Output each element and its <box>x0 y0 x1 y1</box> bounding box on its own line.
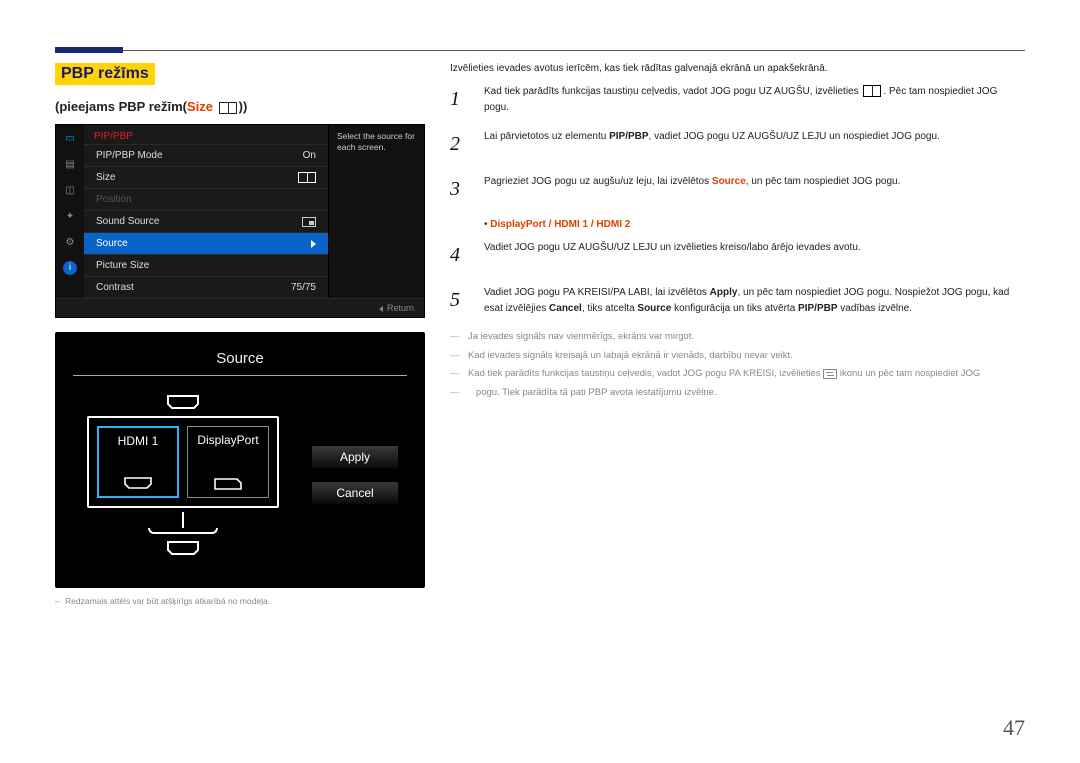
note-3b: pogu. Tiek parādīta tā pati PBP avota ie… <box>450 386 1025 401</box>
displayport-connector-icon <box>213 477 243 491</box>
subheading: (pieejams PBP režīm(Size )) <box>55 99 425 114</box>
menu-icon <box>863 85 881 97</box>
section-title: PBP režīms <box>55 63 155 85</box>
hdmi-connector-icon <box>166 540 200 556</box>
settings-icon[interactable]: ✦ <box>62 209 78 223</box>
osd-return[interactable]: Return <box>56 298 424 317</box>
step-2: 2 Lai pārvietotos uz elementu PIP/PBP, v… <box>450 129 1025 160</box>
source-right-screen[interactable]: DisplayPort <box>187 426 269 498</box>
monitor-icon[interactable]: ▭ <box>62 131 78 145</box>
chevron-left-icon <box>379 306 383 312</box>
osd-row-size[interactable]: Size <box>84 166 328 188</box>
osd-row-sound[interactable]: Sound Source <box>84 210 328 232</box>
step-1: 1 Kad tiek parādīts funkcijas taustiņu c… <box>450 84 1025 115</box>
osd-row-position: Position <box>84 188 328 210</box>
apply-button[interactable]: Apply <box>311 445 399 469</box>
osd-row-source[interactable]: Source <box>84 232 328 254</box>
pip-mini-icon <box>302 217 316 227</box>
note-3: Kad tiek parādīts funkcijas taustiņu ceļ… <box>450 367 1025 382</box>
note-1: Ja ievades signāls nav vienmērīgs, ekrān… <box>450 330 1025 345</box>
osd-row-picsize[interactable]: Picture Size <box>84 254 328 276</box>
note-2: Kad ievades signāls kreisajā un labajā e… <box>450 349 1025 364</box>
pbp-split-icon <box>219 102 237 114</box>
osd-sidebar: ▭ ▤ ◫ ✦ ⚙ i <box>56 125 84 298</box>
hdmi-connector-icon <box>166 394 200 410</box>
page-number: 47 <box>1003 715 1025 741</box>
osd-menu: ▭ ▤ ◫ ✦ ⚙ i PIP/PBP PIP/PBP ModeOn Size <box>55 124 425 318</box>
info-icon[interactable]: i <box>63 261 77 275</box>
port-options: DisplayPort / HDMI 1 / HDMI 2 <box>484 219 1025 230</box>
source-left-screen[interactable]: HDMI 1 <box>97 426 179 498</box>
gear-icon[interactable]: ⚙ <box>62 235 78 249</box>
osd-row-mode[interactable]: PIP/PBP ModeOn <box>84 144 328 166</box>
cancel-button[interactable]: Cancel <box>311 481 399 505</box>
pip-icon[interactable]: ◫ <box>62 183 78 197</box>
chevron-right-icon <box>311 240 316 248</box>
picture-icon[interactable]: ▤ <box>62 157 78 171</box>
step-4: 4 Vadiet JOG pogu UZ AUGŠU/UZ LEJU un iz… <box>450 240 1025 271</box>
pbp-split-icon <box>298 172 316 183</box>
osd-row-contrast[interactable]: Contrast75/75 <box>84 276 328 298</box>
image-disclaimer: Redzamais attēls var būt atšķirīgs atkar… <box>55 596 425 606</box>
osd-title: PIP/PBP <box>84 125 328 144</box>
hdmi-connector-icon <box>123 476 153 490</box>
swap-icon <box>823 369 837 379</box>
osd-hint: Select the source for each screen. <box>328 125 424 298</box>
source-panel-title: Source <box>73 350 407 375</box>
source-panel: Source HDMI 1 <box>55 332 425 588</box>
step-3: 3 Pagrieziet JOG pogu uz augšu/uz leju, … <box>450 174 1025 205</box>
monitor-graphic: HDMI 1 DisplayPort <box>73 388 293 562</box>
intro-text: Izvēlieties ievades avotus ierīcēm, kas … <box>450 63 1025 74</box>
step-5: 5 Vadiet JOG pogu PA KREISI/PA LABI, lai… <box>450 285 1025 316</box>
